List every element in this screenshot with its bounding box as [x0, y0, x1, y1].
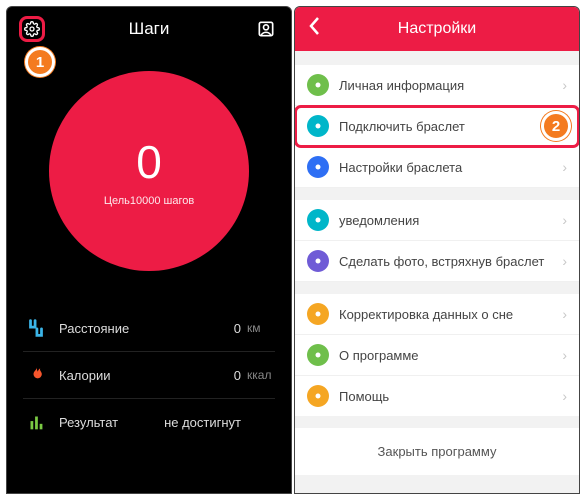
annotation-badge-2: 2: [541, 111, 571, 141]
stats-list: Расстояние 0 км Калории 0 ккал Результат…: [23, 305, 275, 445]
settings-item[interactable]: Сделать фото, встряхнув браслет›: [295, 241, 579, 282]
chevron-right-icon: ›: [562, 347, 567, 363]
settings-item-label: Помощь: [339, 389, 562, 404]
stat-calories: Калории 0 ккал: [23, 352, 275, 399]
stat-value: 0: [213, 321, 241, 336]
steps-screen: Шаги 0 Цель10000 шагов Расстояние: [6, 6, 292, 494]
settings-gear-icon[interactable]: [19, 16, 45, 42]
stat-result: Результат не достигнут: [23, 399, 275, 445]
settings-item-label: уведомления: [339, 213, 562, 228]
settings-title: Настройки: [295, 20, 579, 38]
settings-item-icon: [307, 344, 329, 366]
settings-item-icon: [307, 385, 329, 407]
profile-icon[interactable]: [253, 16, 279, 42]
settings-item-icon: [307, 115, 329, 137]
steps-progress-circle[interactable]: 0 Цель10000 шагов: [49, 71, 249, 271]
settings-item[interactable]: Настройки браслета›: [295, 147, 579, 188]
annotation-badge-1: 1: [25, 47, 55, 77]
settings-item[interactable]: Корректировка данных о сне›: [295, 294, 579, 335]
steps-circle-wrap: 0 Цель10000 шагов: [7, 51, 291, 281]
settings-item-icon: [307, 209, 329, 231]
stat-label: Результат: [59, 415, 164, 430]
list-gap: [295, 282, 579, 294]
steps-count: 0: [136, 135, 162, 189]
stat-unit: ккал: [247, 368, 275, 382]
settings-item[interactable]: О программе›: [295, 335, 579, 376]
stat-unit: км: [247, 321, 275, 335]
close-app-button[interactable]: Закрыть программу: [295, 428, 579, 475]
settings-item-label: Сделать фото, встряхнув браслет: [339, 254, 562, 269]
stat-distance: Расстояние 0 км: [23, 305, 275, 352]
distance-icon: [23, 315, 49, 341]
back-icon[interactable]: [303, 16, 325, 42]
result-icon: [23, 409, 49, 435]
steps-title: Шаги: [45, 19, 253, 39]
settings-list: Личная информация›Подключить браслет›Нас…: [295, 65, 579, 416]
steps-goal: Цель10000 шагов: [104, 195, 194, 207]
settings-item-icon: [307, 74, 329, 96]
settings-item-label: О программе: [339, 348, 562, 363]
settings-item-label: Корректировка данных о сне: [339, 307, 562, 322]
chevron-right-icon: ›: [562, 388, 567, 404]
settings-item-label: Личная информация: [339, 78, 562, 93]
stat-value: 0: [213, 368, 241, 383]
settings-item-icon: [307, 250, 329, 272]
settings-item[interactable]: Подключить браслет›: [295, 106, 579, 147]
settings-topbar: Настройки: [295, 7, 579, 51]
settings-item-icon: [307, 156, 329, 178]
stat-value: не достигнут: [164, 415, 241, 430]
settings-item-label: Подключить браслет: [339, 119, 562, 134]
chevron-right-icon: ›: [562, 77, 567, 93]
settings-item[interactable]: уведомления›: [295, 200, 579, 241]
settings-item[interactable]: Помощь›: [295, 376, 579, 416]
list-gap: [295, 188, 579, 200]
settings-item-icon: [307, 303, 329, 325]
settings-item[interactable]: Личная информация›: [295, 65, 579, 106]
calories-icon: [23, 362, 49, 388]
chevron-right-icon: ›: [562, 212, 567, 228]
steps-topbar: Шаги: [7, 7, 291, 51]
stat-label: Калории: [59, 368, 213, 383]
chevron-right-icon: ›: [562, 159, 567, 175]
chevron-right-icon: ›: [562, 253, 567, 269]
chevron-right-icon: ›: [562, 306, 567, 322]
stat-label: Расстояние: [59, 321, 213, 336]
settings-item-label: Настройки браслета: [339, 160, 562, 175]
settings-screen: Настройки Личная информация›Подключить б…: [294, 6, 580, 494]
